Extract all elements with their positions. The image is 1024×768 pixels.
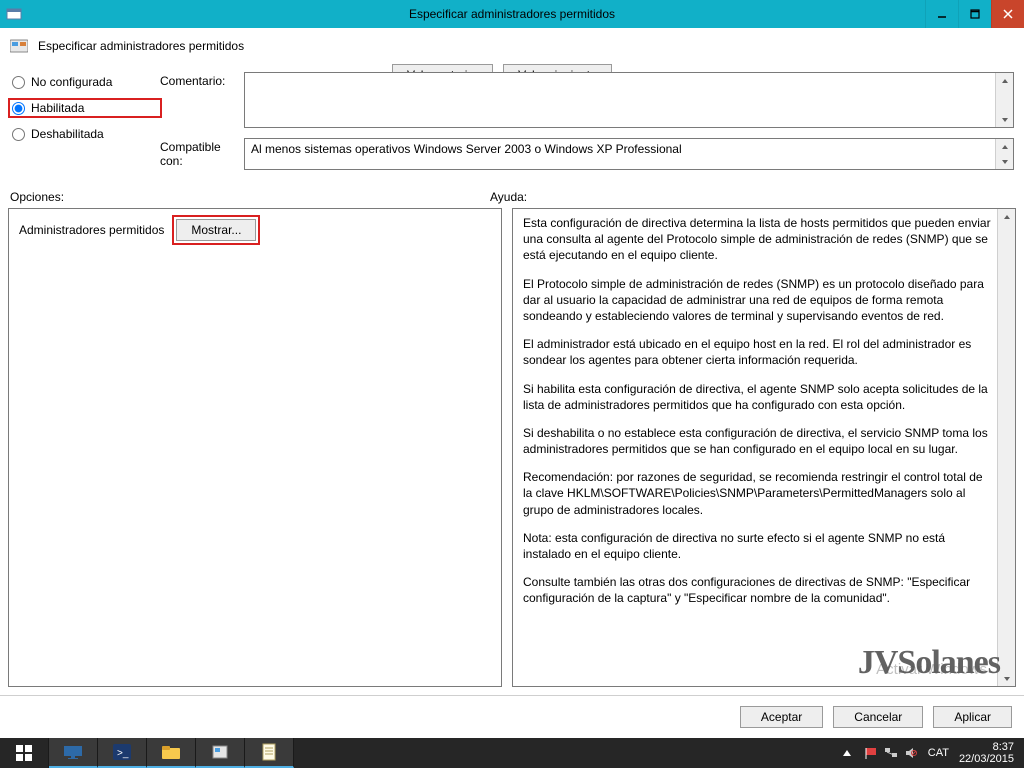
radio-enabled[interactable]: Habilitada: [10, 100, 160, 116]
permitted-managers-row: Administradores permitidos Mostrar...: [19, 219, 491, 241]
options-panel: Administradores permitidos Mostrar...: [8, 208, 502, 687]
apply-button[interactable]: Aplicar: [933, 706, 1012, 728]
taskbar: >_ CAT 8:37 22/03/2015: [0, 738, 1024, 768]
help-panel: Esta configuración de directiva determin…: [512, 208, 1016, 687]
permitted-managers-label: Administradores permitidos: [19, 223, 164, 237]
footer-buttons: Aceptar Cancelar Aplicar: [0, 695, 1024, 738]
tray-lang[interactable]: CAT: [928, 747, 949, 759]
radio-not-configured-label: No configurada: [31, 75, 112, 89]
help-p6: Nota: esta configuración de directiva no…: [523, 530, 995, 562]
comment-label: Comentario:: [160, 72, 240, 128]
window-body: Especificar administradores permitidos V…: [0, 28, 1024, 738]
radio-disabled-label: Deshabilitada: [31, 127, 104, 141]
taskbar-gpeditor[interactable]: [196, 738, 245, 768]
tray-icons: [864, 746, 918, 760]
section-labels: Opciones: Ayuda:: [0, 170, 1024, 208]
help-p4: Si deshabilita o no establece esta confi…: [523, 425, 995, 457]
options-section-label: Opciones:: [10, 190, 490, 204]
scroll-up-icon[interactable]: [996, 73, 1013, 88]
policy-editor-icon: [6, 6, 22, 22]
help-text: Esta configuración de directiva determin…: [523, 215, 995, 607]
maximize-button[interactable]: [958, 0, 991, 28]
tray-time: 8:37: [959, 741, 1014, 753]
activate-windows-watermark: Activar Windows: [876, 661, 987, 678]
tray-overflow-icon[interactable]: [840, 746, 854, 760]
scroll-up-icon[interactable]: [996, 139, 1013, 154]
titlebar: Especificar administradores permitidos: [0, 0, 1024, 28]
cancel-button[interactable]: Cancelar: [833, 706, 923, 728]
comment-box[interactable]: [244, 72, 1014, 128]
config-row: No configurada Habilitada Deshabilitada …: [0, 60, 1024, 170]
taskbar-explorer[interactable]: [147, 738, 196, 768]
help-p3: Si habilita esta configuración de direct…: [523, 381, 995, 413]
tray-clock[interactable]: 8:37 22/03/2015: [959, 741, 1014, 765]
window-title: Especificar administradores permitidos: [0, 7, 1024, 21]
policy-name: Especificar administradores permitidos: [38, 39, 244, 53]
help-scrollbar[interactable]: [997, 209, 1015, 686]
close-button[interactable]: [991, 0, 1024, 28]
policy-header: Especificar administradores permitidos: [0, 28, 1024, 60]
help-p5: Recomendación: por razones de seguridad,…: [523, 469, 995, 518]
window-buttons: [925, 0, 1024, 28]
tray-date: 22/03/2015: [959, 753, 1014, 765]
taskbar-server-manager[interactable]: [49, 738, 98, 768]
comment-scrollbar[interactable]: [995, 73, 1013, 127]
radio-not-configured-input[interactable]: [12, 76, 25, 89]
help-p1: El Protocolo simple de administración de…: [523, 276, 995, 325]
comment-value: [245, 73, 1013, 79]
compat-box: Al menos sistemas operativos Windows Ser…: [244, 138, 1014, 170]
svg-text:>_: >_: [117, 748, 129, 759]
scroll-up-icon[interactable]: [998, 209, 1015, 224]
volume-icon[interactable]: [904, 746, 918, 760]
help-p2: El administrador está ubicado en el equi…: [523, 336, 995, 368]
help-p0: Esta configuración de directiva determin…: [523, 215, 995, 264]
show-button[interactable]: Mostrar...: [176, 219, 256, 241]
policy-icon: [10, 38, 28, 54]
taskbar-powershell[interactable]: >_: [98, 738, 147, 768]
panels: Administradores permitidos Mostrar... Es…: [0, 208, 1024, 695]
taskbar-notepad[interactable]: [245, 738, 294, 768]
help-section-label: Ayuda:: [490, 190, 527, 204]
system-tray: CAT 8:37 22/03/2015: [840, 738, 1024, 768]
radio-disabled-input[interactable]: [12, 128, 25, 141]
compat-label: Compatible con:: [160, 138, 240, 170]
compat-scrollbar[interactable]: [995, 139, 1013, 169]
state-radios: No configurada Habilitada Deshabilitada: [10, 60, 160, 170]
network-icon[interactable]: [884, 746, 898, 760]
ok-button[interactable]: Aceptar: [740, 706, 823, 728]
compat-value: Al menos sistemas operativos Windows Ser…: [245, 139, 1013, 159]
scroll-down-icon[interactable]: [998, 671, 1015, 686]
minimize-button[interactable]: [925, 0, 958, 28]
scroll-down-icon[interactable]: [996, 154, 1013, 169]
radio-enabled-input[interactable]: [12, 102, 25, 115]
scroll-down-icon[interactable]: [996, 112, 1013, 127]
radio-not-configured[interactable]: No configurada: [10, 74, 160, 90]
help-p7: Consulte también las otras dos configura…: [523, 574, 995, 606]
info-col: Comentario: Compatible con: Al menos sis…: [160, 60, 1014, 170]
radio-disabled[interactable]: Deshabilitada: [10, 126, 160, 142]
flag-icon[interactable]: [864, 746, 878, 760]
start-button[interactable]: [0, 738, 49, 768]
radio-enabled-label: Habilitada: [31, 101, 84, 115]
